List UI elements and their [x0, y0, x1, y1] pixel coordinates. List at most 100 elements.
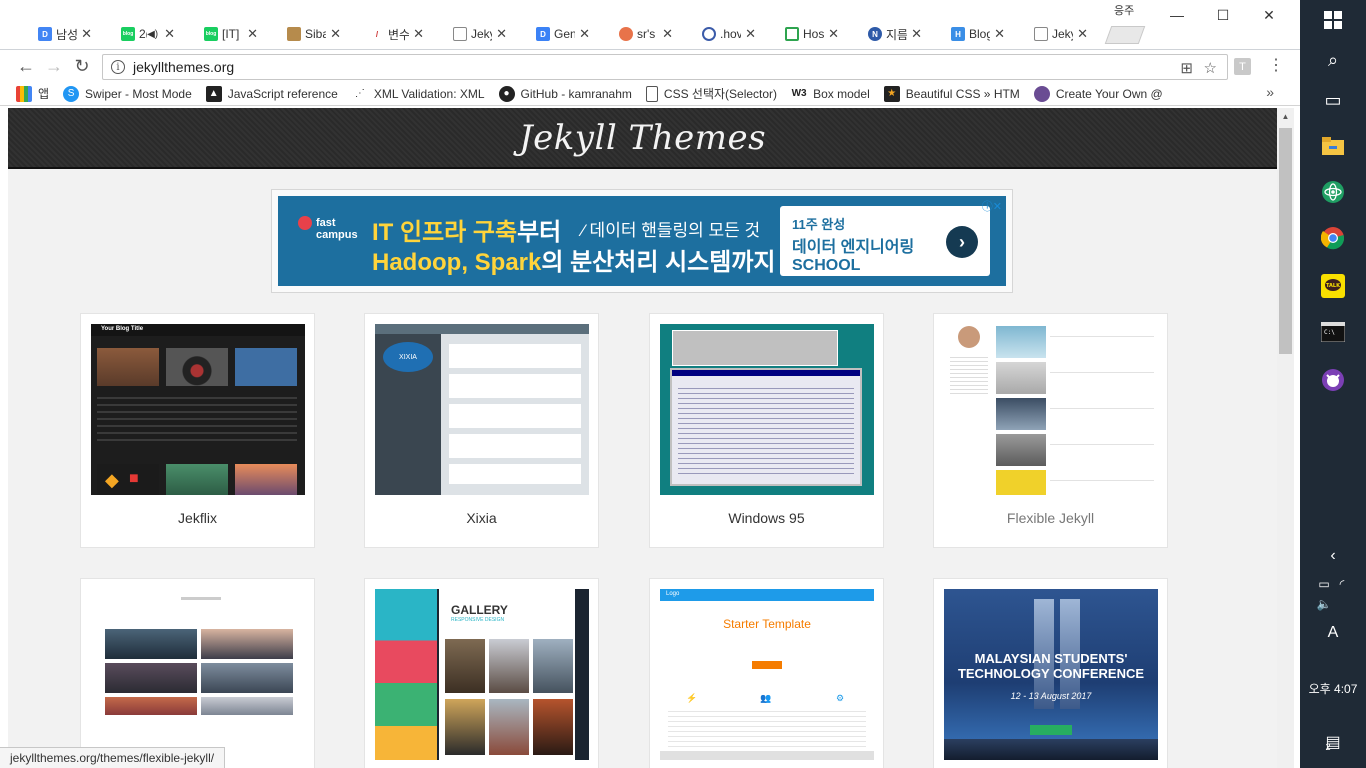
theme-thumbnail[interactable]	[91, 589, 305, 760]
tab[interactable]: Hos ✕	[763, 18, 847, 50]
bookmark-item[interactable]: Create Your Own @	[1033, 85, 1163, 102]
bookmark-item[interactable]: ● GitHub - kamranahm	[498, 85, 632, 102]
tab[interactable]: sr's ✕	[597, 18, 681, 50]
back-button[interactable]: ←	[14, 54, 38, 78]
tab-close-icon[interactable]: ✕	[1077, 26, 1088, 42]
url-text[interactable]: jekyllthemes.org	[133, 59, 234, 75]
logo-text: campus	[316, 229, 358, 241]
tab[interactable]: blog [IT] ✕	[182, 18, 266, 50]
tab-close-icon[interactable]: ✕	[496, 26, 507, 42]
tab-close-icon[interactable]: ✕	[745, 26, 756, 42]
theme-card[interactable]: Logo Starter Template ⚡ 👥 ⚙	[649, 578, 884, 768]
bookmark-item[interactable]: ▲ JavaScript reference	[205, 85, 338, 102]
tab-close-icon[interactable]: ✕	[247, 26, 258, 42]
thumb-button	[1030, 725, 1072, 735]
search-icon[interactable]: ⌕	[1317, 44, 1349, 76]
site-info-icon[interactable]: i	[111, 60, 125, 74]
bookmark-item[interactable]: W3 Box model	[791, 86, 870, 102]
theme-card[interactable]: MALAYSIAN STUDENTS' TECHNOLOGY CONFERENC…	[933, 578, 1168, 768]
tab[interactable]: H Blog ✕	[929, 18, 1013, 50]
tab[interactable]: Siba ✕	[265, 18, 349, 50]
tab[interactable]: Jeky ✕	[431, 18, 515, 50]
theme-thumbnail[interactable]: Logo Starter Template ⚡ 👥 ⚙	[660, 589, 874, 760]
thumb-text-block	[97, 392, 297, 442]
theme-card[interactable]: Your Blog Title ◆ ■ Jekflix	[80, 313, 315, 548]
bookmark-apps[interactable]: 앱	[16, 85, 49, 102]
theme-thumbnail[interactable]	[944, 324, 1158, 495]
theme-thumbnail[interactable]: XIXIA	[375, 324, 589, 495]
chrome-icon[interactable]	[1317, 222, 1349, 254]
theme-thumbnail[interactable]: GALLERY RESPONSIVE DESIGN	[375, 589, 589, 760]
bookmark-item[interactable]: S Swiper - Most Mode	[63, 85, 192, 102]
tab-close-icon[interactable]: ✕	[413, 26, 424, 42]
app-icon[interactable]	[1317, 364, 1349, 396]
maximize-button[interactable]: ☐	[1200, 0, 1246, 30]
thumb-image	[201, 697, 293, 715]
tab-close-icon[interactable]: ✕	[911, 26, 922, 42]
tab[interactable]: N 지름 ✕	[846, 18, 930, 50]
volume-icon[interactable]: 🔈	[1308, 588, 1340, 620]
ime-indicator[interactable]: A	[1300, 624, 1366, 642]
new-tab-button[interactable]	[1104, 26, 1146, 44]
theme-card[interactable]: XIXIA Xixia	[364, 313, 599, 548]
theme-thumbnail[interactable]: MALAYSIAN STUDENTS' TECHNOLOGY CONFERENC…	[944, 589, 1158, 760]
tab-close-icon[interactable]: ✕	[579, 26, 590, 42]
thumb-header: Logo	[660, 589, 874, 601]
tab-close-icon[interactable]: ✕	[164, 26, 175, 42]
kakaotalk-icon[interactable]: TALK	[1317, 270, 1349, 302]
tab[interactable]: / 변수 ✕	[348, 18, 432, 50]
clock[interactable]: 오후 4:07	[1300, 680, 1366, 697]
reload-button[interactable]: ↻	[70, 54, 94, 78]
ad-cta-card[interactable]: 11주 완성 데이터 엔지니어링 SCHOOL ›	[780, 206, 990, 276]
extension-icon[interactable]: T	[1234, 58, 1251, 75]
forward-button[interactable]: →	[42, 54, 66, 78]
profile-name[interactable]: 응주	[1114, 2, 1134, 18]
theme-card[interactable]: GALLERY RESPONSIVE DESIGN	[364, 578, 599, 768]
theme-thumbnail[interactable]: Your Blog Title ◆ ■	[91, 324, 305, 495]
close-button[interactable]: ✕	[1246, 0, 1292, 30]
theme-card[interactable]: Windows 95	[649, 313, 884, 548]
theme-name[interactable]: Windows 95	[650, 510, 883, 526]
ad-creative[interactable]: fast campus IT 인프라 구축부터 ⁄ 데이터 핸들링의 모든 것 …	[278, 196, 1006, 286]
translate-icon[interactable]: ⊞	[1180, 59, 1193, 77]
minimize-button[interactable]: —	[1154, 0, 1200, 30]
theme-thumbnail[interactable]	[660, 324, 874, 495]
tab[interactable]: .hov ✕	[680, 18, 764, 50]
theme-name[interactable]: Jekflix	[81, 510, 314, 526]
tab-close-icon[interactable]: ✕	[828, 26, 839, 42]
windows-start-icon[interactable]	[1317, 4, 1349, 36]
page-scrollbar[interactable]: ▲	[1277, 108, 1294, 768]
chrome-menu-icon[interactable]: ⋮	[1268, 55, 1284, 75]
tab-close-icon[interactable]: ✕	[330, 26, 341, 42]
scroll-thumb[interactable]	[1279, 128, 1292, 354]
tab-close-icon[interactable]: ✕	[994, 26, 1005, 42]
page-icon	[645, 85, 658, 102]
bookmark-star-icon[interactable]: ☆	[1204, 59, 1217, 77]
tab[interactable]: D 남성 ✕	[16, 18, 100, 50]
atom-editor-icon[interactable]	[1317, 176, 1349, 208]
address-bar[interactable]: i jekyllthemes.org ⊞ ☆	[102, 54, 1228, 80]
bookmark-item[interactable]: CSS 선택자(Selector)	[645, 85, 777, 102]
file-explorer-icon[interactable]	[1317, 130, 1349, 162]
ad-close-icon[interactable]: ⓘ✕	[982, 198, 1002, 214]
tab[interactable]: blog 2( ◀) ✕	[99, 18, 183, 50]
task-view-icon[interactable]: ▭	[1317, 84, 1349, 116]
tab-active[interactable]: Jeky ✕	[1012, 18, 1096, 50]
bookmark-item[interactable]: ★ Beautiful CSS » HTM	[883, 85, 1020, 102]
theme-card[interactable]	[80, 578, 315, 768]
scroll-up-icon[interactable]: ▲	[1277, 108, 1294, 125]
arrow-right-icon[interactable]: ›	[946, 226, 978, 258]
theme-name[interactable]: Flexible Jekyll	[934, 510, 1167, 526]
tab[interactable]: D Gen ✕	[514, 18, 598, 50]
thumb-sidebar	[375, 589, 437, 760]
theme-name[interactable]: Xixia	[365, 510, 598, 526]
site-title[interactable]: Jekyll Themes	[519, 118, 766, 158]
theme-card[interactable]: Flexible Jekyll	[933, 313, 1168, 548]
bookmark-item[interactable]: ⋰ XML Validation: XML	[352, 86, 485, 102]
bookmarks-overflow-button[interactable]: »	[1266, 84, 1274, 100]
ad-banner[interactable]: fast campus IT 인프라 구축부터 ⁄ 데이터 핸들링의 모든 것 …	[271, 189, 1013, 293]
audio-icon[interactable]: ◀)	[147, 29, 158, 40]
tab-close-icon[interactable]: ✕	[662, 26, 673, 42]
tab-close-icon[interactable]: ✕	[81, 26, 92, 42]
terminal-icon[interactable]: C:\	[1317, 316, 1349, 348]
